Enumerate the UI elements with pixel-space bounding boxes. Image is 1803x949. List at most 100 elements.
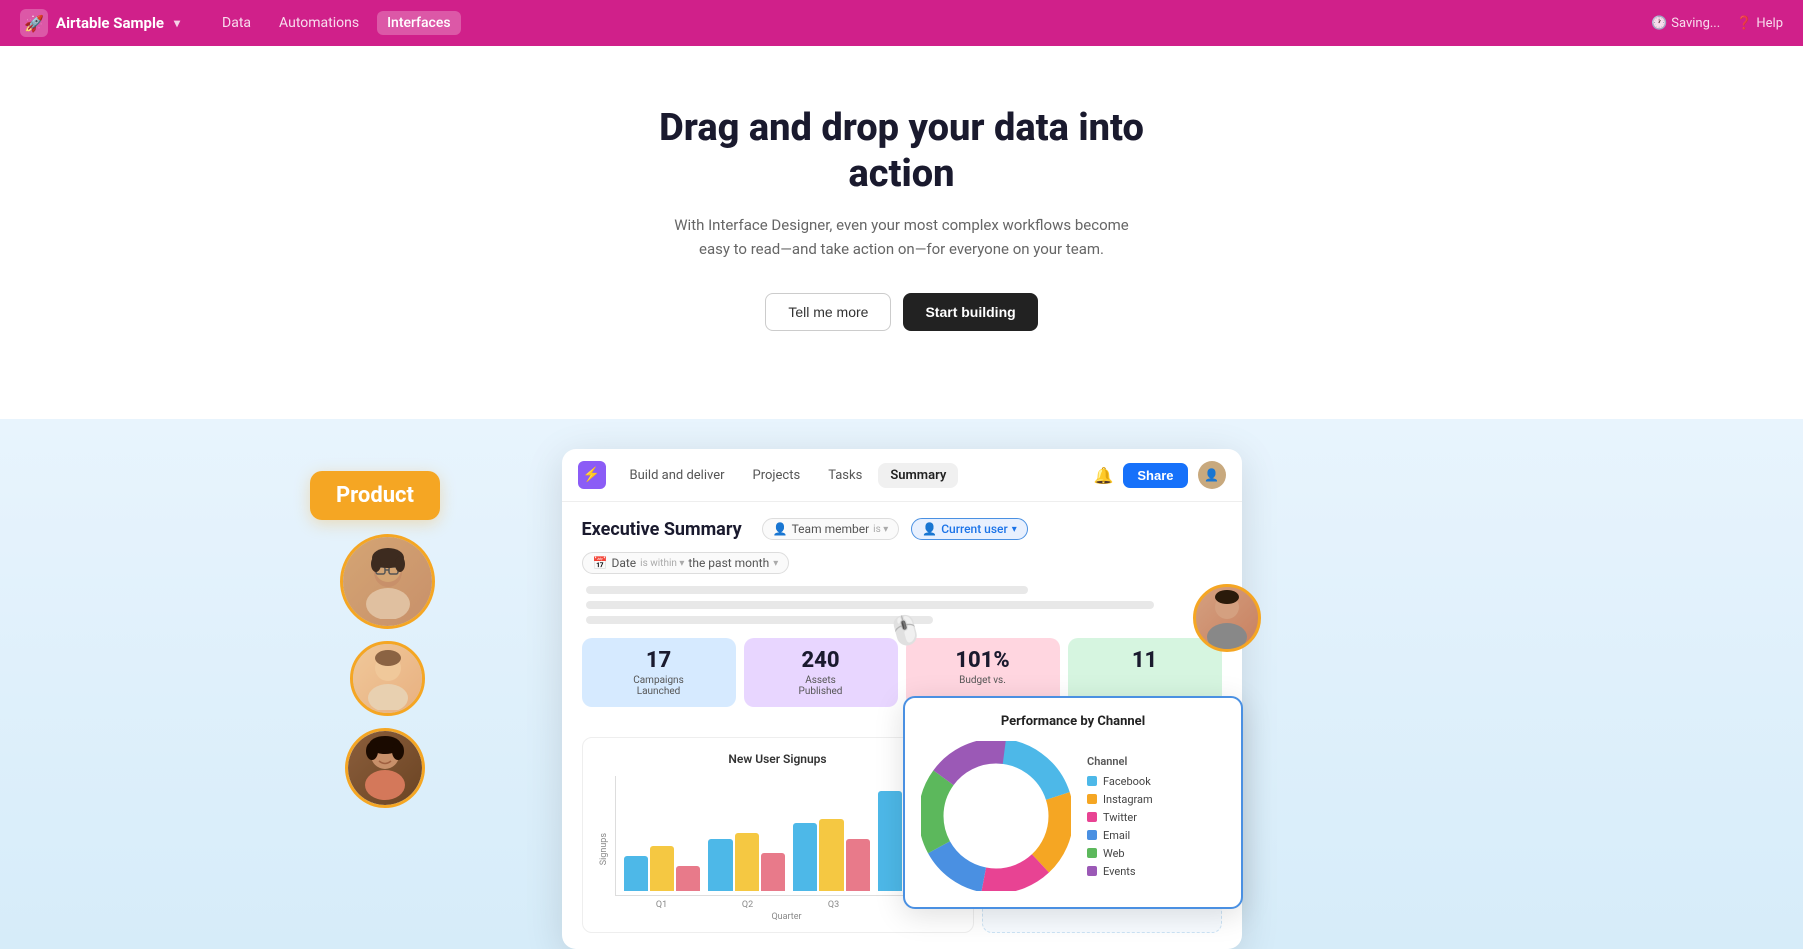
stat-campaigns-num: 17 — [594, 648, 724, 673]
bar-label-q2: Q2 — [709, 900, 787, 910]
legend-web: Web — [1087, 847, 1153, 860]
bar-group-q2 — [708, 833, 785, 891]
text-line-3 — [586, 616, 934, 624]
tab-summary[interactable]: Summary — [878, 463, 958, 488]
legend-instagram-label: Instagram — [1103, 793, 1153, 806]
donut-content: Channel Facebook Instagram Twitter Email — [921, 741, 1225, 891]
user-avatar-small[interactable]: 👤 — [1198, 461, 1226, 489]
saving-text: Saving... — [1671, 16, 1720, 31]
card-nav-right: 🔔 Share 👤 — [1093, 461, 1225, 489]
legend-web-label: Web — [1103, 847, 1125, 860]
chevron-down-icon: ▾ — [174, 16, 180, 30]
clock-icon: 🕐 — [1651, 16, 1667, 31]
events-dot — [1087, 866, 1097, 876]
help-icon: ❓ — [1736, 16, 1752, 31]
hero-buttons: Tell me more Start building — [20, 293, 1783, 331]
logo-icon: 🚀 — [20, 9, 48, 37]
stat-assets: 240 AssetsPublished — [744, 638, 898, 707]
web-dot — [1087, 848, 1097, 858]
filter-team-member[interactable]: 👤 Team member is ▾ — [762, 518, 900, 540]
legend-facebook: Facebook — [1087, 775, 1153, 788]
legend-instagram: Instagram — [1087, 793, 1153, 806]
filter-current-user[interactable]: 👤 Current user ▾ — [911, 518, 1027, 540]
bar-q3-yellow — [819, 819, 843, 891]
stat-campaigns: 17 CampaignsLaunched — [582, 638, 736, 707]
topnav-links: Data Automations Interfaces — [212, 11, 461, 35]
share-button[interactable]: Share — [1123, 463, 1187, 488]
bar-chart-x-label: Quarter — [615, 912, 959, 922]
bar-label-q1: Q1 — [623, 900, 701, 910]
tab-build-and-deliver[interactable]: Build and deliver — [618, 463, 737, 488]
legend-twitter: Twitter — [1087, 811, 1153, 824]
bar-q3-blue — [793, 823, 817, 891]
stat-assets-label: AssetsPublished — [756, 675, 886, 697]
stat-assets-num: 240 — [756, 648, 886, 673]
donut-card-title: Performance by Channel — [921, 714, 1225, 729]
legend-twitter-label: Twitter — [1103, 811, 1137, 824]
current-user-icon: 👤 — [922, 522, 937, 536]
legend-events-label: Events — [1103, 865, 1136, 878]
nav-data[interactable]: Data — [212, 11, 261, 35]
legend-facebook-label: Facebook — [1103, 775, 1151, 788]
donut-svg — [921, 741, 1071, 891]
instagram-dot — [1087, 794, 1097, 804]
legend-email-label: Email — [1103, 829, 1130, 842]
bar-q2-pink — [761, 853, 785, 891]
bell-icon[interactable]: 🔔 — [1093, 466, 1113, 485]
tab-tasks[interactable]: Tasks — [816, 463, 874, 488]
saving-status: 🕐 Saving... — [1651, 16, 1720, 31]
avatar-1 — [340, 534, 435, 629]
donut-chart-card: Performance by Channel Channel — [903, 696, 1243, 909]
email-dot — [1087, 830, 1097, 840]
bar-q2-blue — [708, 839, 732, 891]
bar-q4-blue — [878, 791, 902, 891]
demo-area: Product — [0, 419, 1803, 949]
bar-q1-yellow — [650, 846, 674, 891]
bar-q2-yellow — [735, 833, 759, 891]
bar-group-q3 — [793, 819, 870, 891]
twitter-dot — [1087, 812, 1097, 822]
hero-title: Drag and drop your data into action — [642, 106, 1162, 197]
legend-events: Events — [1087, 865, 1153, 878]
stat-budget-num: 101% — [918, 648, 1048, 673]
app-name: Airtable Sample — [56, 14, 164, 32]
topnav: 🚀 Airtable Sample ▾ Data Automations Int… — [0, 0, 1803, 46]
product-badge: Product — [310, 471, 440, 520]
card-title: Executive Summary — [582, 519, 742, 540]
text-line-1 — [586, 586, 1028, 594]
text-line-2 — [586, 601, 1155, 609]
help-link[interactable]: ❓ Help — [1736, 16, 1783, 31]
avatar-float-right — [1193, 584, 1261, 652]
hero-section: Drag and drop your data into action With… — [0, 46, 1803, 419]
avatar-2 — [350, 641, 425, 716]
start-building-button[interactable]: Start building — [903, 293, 1037, 331]
card-logo-icon: ⚡ — [578, 461, 606, 489]
tell-more-button[interactable]: Tell me more — [765, 293, 891, 331]
legend-email: Email — [1087, 829, 1153, 842]
nav-automations[interactable]: Automations — [269, 11, 369, 35]
bar-q1-blue — [624, 856, 648, 891]
stat-budget-label: Budget vs. — [918, 675, 1048, 686]
bar-group-q1 — [624, 846, 701, 891]
avatar-3 — [345, 728, 425, 808]
calendar-icon: 📅 — [593, 556, 608, 570]
card-nav-tabs: Build and deliver Projects Tasks Summary — [618, 463, 1086, 488]
card-nav: ⚡ Build and deliver Projects Tasks Summa… — [562, 449, 1242, 502]
tab-projects[interactable]: Projects — [741, 463, 813, 488]
filter-date[interactable]: 📅 Date is within ▾ the past month ▾ — [582, 552, 790, 574]
bar-q3-pink — [846, 839, 870, 891]
app-logo[interactable]: 🚀 Airtable Sample ▾ — [20, 9, 180, 37]
facebook-dot — [1087, 776, 1097, 786]
team-member-icon: 👤 — [773, 522, 788, 536]
bar-chart-y-label: Signups — [599, 833, 609, 865]
help-text: Help — [1756, 16, 1783, 31]
bar-q1-pink — [676, 866, 700, 891]
topnav-right: 🕐 Saving... ❓ Help — [1651, 16, 1783, 31]
avatar-group — [340, 534, 435, 808]
stat-campaigns-label: CampaignsLaunched — [594, 675, 724, 697]
stat-other-num: 11 — [1080, 648, 1210, 673]
card-header-row: Executive Summary 👤 Team member is ▾ 👤 C… — [582, 518, 1222, 574]
bar-label-q3: Q3 — [795, 900, 873, 910]
nav-interfaces[interactable]: Interfaces — [377, 11, 460, 35]
legend-header: Channel — [1087, 755, 1153, 768]
